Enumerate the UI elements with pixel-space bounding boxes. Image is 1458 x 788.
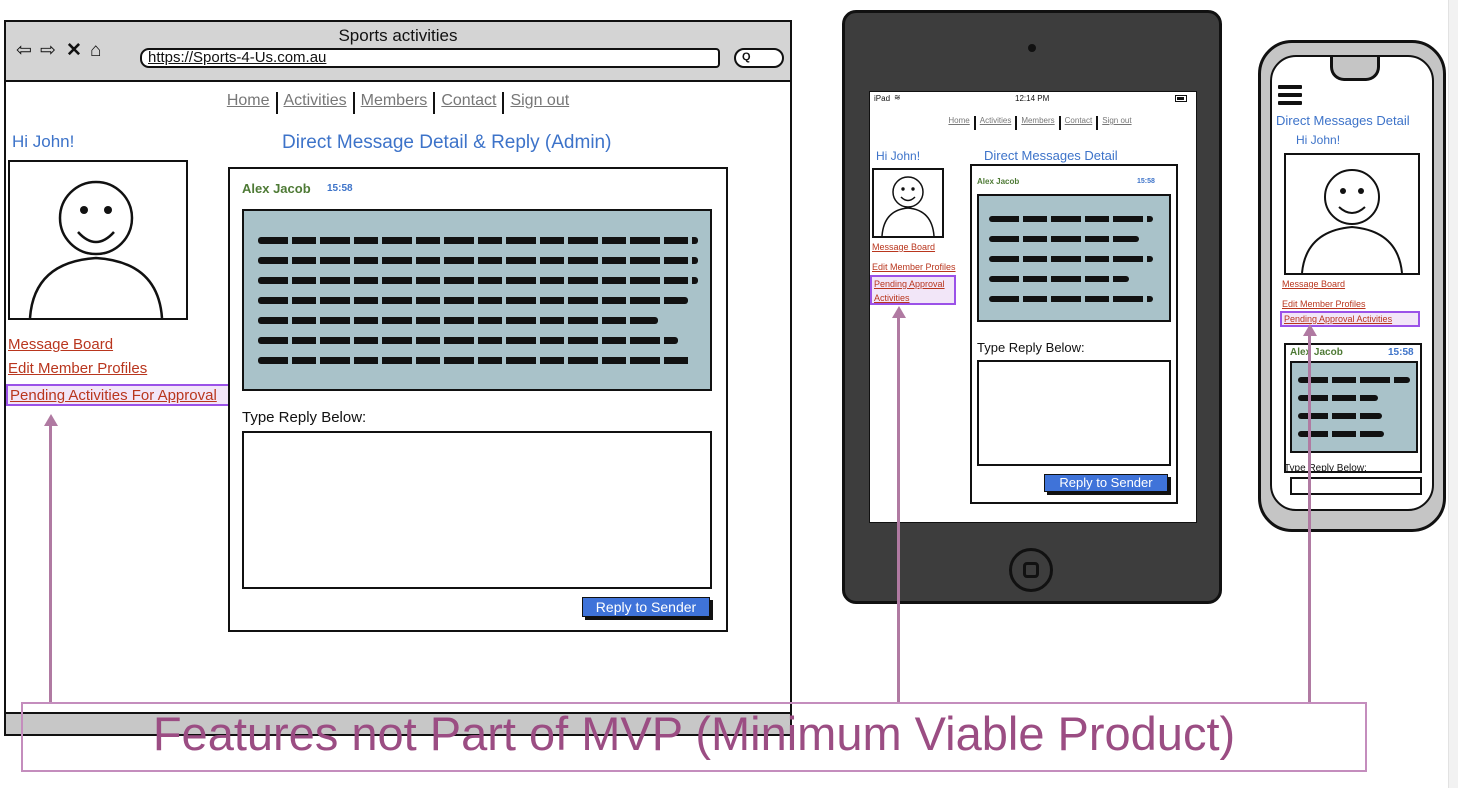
user-avatar-icon <box>1301 169 1403 274</box>
greeting: Hi John! <box>12 132 75 151</box>
pending-approval-highlight: Pending Approval Activities <box>1280 311 1420 327</box>
phone-notch <box>1330 57 1380 81</box>
nav-contact[interactable]: Contact <box>1061 116 1097 130</box>
message-text-line <box>258 297 688 304</box>
message-text-line <box>258 277 698 284</box>
reply-label: Type Reply Below: <box>242 409 367 426</box>
nav-contact[interactable]: Contact <box>435 92 502 114</box>
message-board-link[interactable]: Message Board <box>1282 279 1345 289</box>
nav-activities[interactable]: Activities <box>976 116 1016 130</box>
pending-approval-link[interactable]: Pending Approval <box>874 279 945 289</box>
user-avatar-icon <box>28 180 164 319</box>
scrollbar[interactable] <box>1448 0 1458 788</box>
pending-activities-highlight: Pending Activities For Approval <box>6 384 236 406</box>
message-text-line <box>989 276 1129 282</box>
reply-label: Type Reply Below: <box>1284 463 1367 474</box>
edit-member-profiles-link[interactable]: Edit Member Profiles <box>872 262 956 272</box>
edit-member-profiles-link[interactable]: Edit Member Profiles <box>8 360 147 377</box>
nav-activities[interactable]: Activities <box>278 92 353 114</box>
url-field[interactable]: https://Sports-4-Us.com.au <box>140 48 720 68</box>
greeting: Hi John! <box>1296 133 1341 147</box>
tablet-top-nav: Home Activities Members Contact Sign out <box>910 116 1170 130</box>
nav-home[interactable]: Home <box>221 92 276 114</box>
wifi-icon: ≋ <box>894 93 901 102</box>
message-text-line <box>989 256 1153 262</box>
home-icon[interactable]: ⌂ <box>90 40 101 62</box>
annotation-arrow-line <box>1308 334 1311 702</box>
status-carrier: iPad <box>874 94 891 103</box>
phone-screen: Direct Messages Detail Hi John! Message … <box>1270 55 1434 511</box>
message-board-link[interactable]: Message Board <box>872 242 935 252</box>
message-text-line <box>258 337 678 344</box>
message-time: 15:58 <box>327 183 353 194</box>
pending-approval-highlight: Pending Approval Activities <box>870 275 956 305</box>
message-text-line <box>258 317 658 324</box>
back-arrow-icon[interactable]: ⇦ <box>16 40 32 62</box>
page-title: Direct Message Detail & Reply (Admin) <box>282 132 612 153</box>
avatar <box>1284 153 1420 275</box>
url-text: https://Sports-4-Us.com.au <box>148 49 327 66</box>
message-body <box>242 209 712 391</box>
message-text-line <box>1298 377 1410 383</box>
message-text-line <box>258 357 692 364</box>
message-text-line <box>989 216 1153 222</box>
page-title: Direct Messages Detail <box>1276 113 1410 128</box>
home-square-icon <box>1023 562 1039 578</box>
reply-to-sender-button[interactable]: Reply to Sender <box>582 597 710 617</box>
window-title: Sports activities <box>338 26 458 45</box>
nav-members[interactable]: Members <box>355 92 434 114</box>
message-time: 15:58 <box>1388 347 1414 358</box>
sender-name: Alex Jacob <box>977 177 1020 186</box>
nav-sign-out[interactable]: Sign out <box>1098 116 1135 130</box>
message-board-link[interactable]: Message Board <box>8 336 113 353</box>
home-button[interactable] <box>1009 548 1053 592</box>
avatar <box>872 168 944 238</box>
greeting: Hi John! <box>876 149 921 163</box>
pending-approval-link-line2[interactable]: Activities <box>874 293 910 303</box>
message-panel: Alex Jacob 15:58 <box>1284 343 1422 473</box>
reply-to-sender-button[interactable]: Reply to Sender <box>1044 474 1168 492</box>
annotation-arrow-line <box>49 424 52 702</box>
forward-arrow-icon[interactable]: ⇨ <box>40 40 56 62</box>
status-bar: iPad ≋ 12:14 PM <box>870 92 1196 106</box>
reply-label: Type Reply Below: <box>977 340 1085 355</box>
search-button[interactable]: Q <box>734 48 784 68</box>
message-panel: Alex Jacob 15:58 Type Reply Below: Reply… <box>970 164 1178 504</box>
battery-icon <box>1175 95 1187 102</box>
message-body <box>977 194 1171 322</box>
message-text-line <box>258 237 698 244</box>
annotation-callout-text: Features not Part of MVP (Minimum Viable… <box>152 707 1236 760</box>
pending-approval-link[interactable]: Pending Approval Activities <box>1284 314 1392 324</box>
nav-members[interactable]: Members <box>1017 116 1058 130</box>
camera-dot <box>1028 44 1036 52</box>
close-icon[interactable]: ✕ <box>66 40 82 62</box>
phone-mockup: Direct Messages Detail Hi John! Message … <box>1258 40 1446 532</box>
desktop-browser-mockup: Sports activities ⇦ ⇨ ✕ ⌂ https://Sports… <box>4 20 792 736</box>
reply-textarea[interactable] <box>242 431 712 589</box>
nav-sign-out[interactable]: Sign out <box>504 92 575 114</box>
pending-activities-link[interactable]: Pending Activities For Approval <box>10 387 217 404</box>
sender-name: Alex Jacob <box>1290 347 1343 358</box>
top-nav: Home Activities Members Contact Sign out <box>6 92 790 114</box>
status-time: 12:14 PM <box>1015 94 1050 103</box>
sender-name: Alex Jacob <box>242 181 311 196</box>
browser-toolbar: Sports activities ⇦ ⇨ ✕ ⌂ https://Sports… <box>6 22 790 82</box>
nav-home[interactable]: Home <box>944 116 973 130</box>
message-panel: Alex Jacob 15:58 Type Reply Below: Reply… <box>228 167 728 632</box>
user-avatar-icon <box>881 176 935 237</box>
edit-member-profiles-link[interactable]: Edit Member Profiles <box>1282 299 1366 309</box>
hamburger-menu-icon[interactable] <box>1278 85 1302 109</box>
reply-textarea[interactable] <box>977 360 1171 466</box>
tablet-screen: iPad ≋ 12:14 PM Home Activities Members … <box>869 91 1197 523</box>
avatar <box>8 160 188 320</box>
message-text-line <box>989 296 1153 302</box>
page-title: Direct Messages Detail <box>984 148 1118 163</box>
message-time: 15:58 <box>1137 178 1155 185</box>
annotation-arrow-line <box>897 316 900 702</box>
message-text-line <box>258 257 698 264</box>
message-text-line <box>989 236 1139 242</box>
